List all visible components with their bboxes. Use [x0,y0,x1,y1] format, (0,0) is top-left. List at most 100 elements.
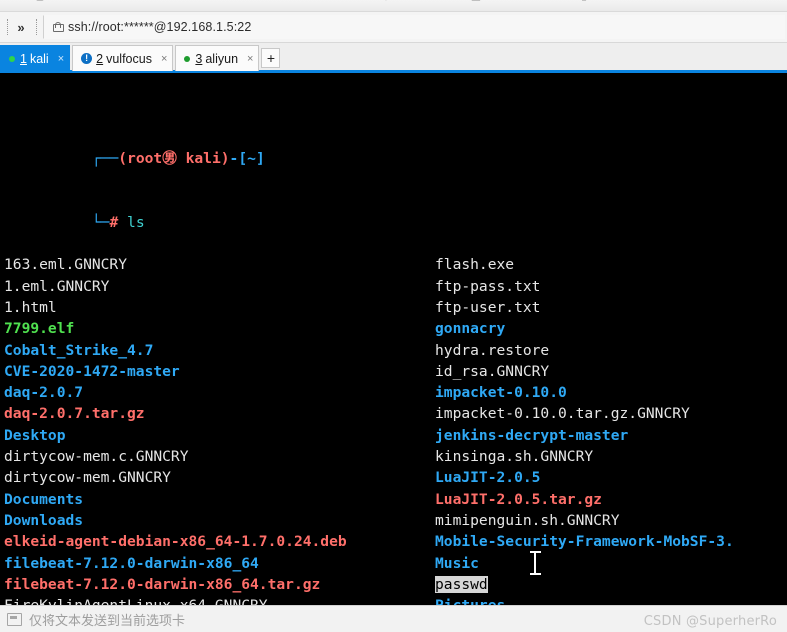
key-icon[interactable]: ○ [540,0,556,8]
status-dot-icon [9,55,15,62]
list-item[interactable]: FireKylinAgentLinux-x64.GNNCRY [4,595,347,605]
page-icon[interactable]: ● [44,0,60,8]
new-tab-button[interactable]: + [261,48,281,68]
list-item[interactable]: Cobalt_Strike_4.7 [4,340,347,361]
prompt-paren-close: ) [220,149,230,167]
list-item[interactable]: 163.eml.GNNCRY [4,254,347,275]
folder-icon[interactable]: □ [62,0,78,8]
list-item[interactable]: gonnacry [435,318,734,339]
list-item-selected[interactable]: passwd [435,574,734,595]
address-drag-handle[interactable] [33,18,40,36]
list-item[interactable]: 7799.elf [4,318,347,339]
refresh-icon[interactable]: ○ [758,0,774,8]
tab-label: kali [29,51,49,66]
list-item[interactable]: 1.html [4,297,347,318]
send-to-tab-icon [7,612,22,626]
tools-icon[interactable]: □ [724,0,740,8]
prompt-paren-open: ( [118,149,128,167]
tab-number: 3 [195,51,203,66]
list-item[interactable]: elkeid-agent-debian-x86_64-1.7.0.24.deb [4,531,347,552]
ls-output: 163.eml.GNNCRY 1.eml.GNNCRY 1.html 7799.… [0,254,787,605]
toolbar-drag-handle[interactable] [4,18,11,36]
grid-icon[interactable]: □ [418,0,434,8]
list-item[interactable]: Mobile-Security-Framework-MobSF-3. [435,531,734,552]
list-item[interactable]: 1.eml.GNNCRY [4,276,347,297]
ls-column-right: flash.exe ftp-pass.txt ftp-user.txt gonn… [435,254,734,605]
close-icon[interactable]: × [247,53,253,65]
prompt-corner-2: └─ [91,213,110,231]
compare-icon[interactable]: □ [612,0,628,8]
command-ls: ls [127,213,145,231]
list-item[interactable]: LuaJIT-2.0.5.tar.gz [435,489,734,510]
status-text: 仅将文本发送到当前选项卡 [29,613,186,629]
list-item[interactable]: dirtycow-mem.GNNCRY [4,467,347,488]
list-item[interactable]: Pictures [435,595,734,605]
address-bar-row: » ssh://root:******@192.168.1.5:22 [0,12,787,43]
transfer-icon[interactable]: ▪ [168,0,184,8]
prompt-bracket-close: ] [255,149,265,167]
window-split-icon[interactable]: □ [286,0,302,8]
tab-label: vulfocus [106,51,152,66]
list-item[interactable]: kinsinga.sh.GNNCRY [435,446,734,467]
list-item[interactable]: impacket-0.10.0 [435,382,734,403]
tab-kali[interactable]: 1 kali × [0,45,71,71]
prompt-path: ~ [247,149,256,167]
selected-text: passwd [435,575,488,593]
list-item[interactable]: filebeat-7.12.0-darwin-x86_64 [4,553,347,574]
list-item[interactable]: filebeat-7.12.0-darwin-x86_64.tar.gz [4,574,347,595]
prompt-hash: # [109,213,119,231]
ls-column-left: 163.eml.GNNCRY 1.eml.GNNCRY 1.html 7799.… [4,254,347,605]
prompt-at-icon: ㊚ [162,149,177,167]
tab-number: 2 [96,51,104,66]
list-item[interactable]: mimipenguin.sh.GNNCRY [435,510,734,531]
prompt-corner: ┌── [91,149,119,167]
list-item[interactable]: LuaJIT-2.0.5 [435,467,734,488]
list-item[interactable]: id_rsa.GNNCRY [435,361,734,382]
close-icon[interactable]: × [161,53,167,65]
tab-vulfocus[interactable]: ! 2 vulfocus × [72,45,174,71]
toolbar-overflow-button[interactable]: » [11,16,31,38]
prompt-host-sep [177,150,186,167]
list-item[interactable]: ftp-user.txt [435,297,734,318]
list-item[interactable]: jenkins-decrypt-master [435,425,734,446]
monitor-icon[interactable]: □ [650,0,666,8]
tab-number: 1 [20,51,27,66]
list-item[interactable]: hydra.restore [435,340,734,361]
prompt-host: kali [185,149,221,167]
address-value: ssh://root:******@192.168.1.5:22 [68,20,252,34]
paste-icon[interactable]: ■ [122,0,138,8]
status-dot-icon [184,55,191,62]
clock-icon[interactable]: ▤ [468,0,484,8]
list-item[interactable]: Downloads [4,510,347,531]
list-item[interactable]: ftp-pass.txt [435,276,734,297]
monitor-alt-icon[interactable]: □ [688,0,704,8]
ssh-client-window: ▢ ● □ ■ ▪ ● □ □ ◀ □ ▤ ○ ▮ □ □ □ □ ○ » ss… [0,0,787,632]
list-item[interactable]: Documents [4,489,347,510]
list-item[interactable]: flash.exe [435,254,734,275]
list-item[interactable]: daq-2.0.7 [4,382,347,403]
close-icon[interactable]: × [58,53,64,65]
alert-icon: ! [81,53,93,64]
list-item[interactable]: Music [435,553,734,574]
list-item[interactable]: Desktop [4,425,347,446]
session-tab-bar: 1 kali × ! 2 vulfocus × 3 aliyun × + [0,43,787,73]
list-item[interactable]: dirtycow-mem.c.GNNCRY [4,446,347,467]
mouse-ibeam-cursor [530,551,541,575]
window-icon[interactable]: ● [222,0,238,8]
watermark: CSDN @SuperherRo [643,614,777,629]
list-item[interactable]: impacket-0.10.0.tar.gz.GNNCRY [435,403,734,424]
link-icon[interactable]: ▮ [576,0,592,8]
terminal-screen[interactable]: ┌──(root㊚ kali)-[~] └─# ls 163.eml.GNNCR… [0,73,787,605]
terminal-icon[interactable]: ◀ [374,0,390,8]
list-item[interactable]: daq-2.0.7.tar.gz [4,403,347,424]
prompt-bracket-open: [ [238,149,248,167]
lock-icon [52,21,64,33]
status-bar: 仅将文本发送到当前选项卡 CSDN @SuperherRo [0,605,787,632]
list-item[interactable]: CVE-2020-1472-master [4,361,347,382]
search-icon[interactable]: □ [330,0,346,8]
tab-aliyun[interactable]: 3 aliyun × [175,45,260,71]
tab-label: aliyun [205,51,239,66]
address-input[interactable]: ssh://root:******@192.168.1.5:22 [43,15,785,39]
prompt-line-top: ┌──(root㊚ kali)-[~] └─# ls [0,84,787,254]
